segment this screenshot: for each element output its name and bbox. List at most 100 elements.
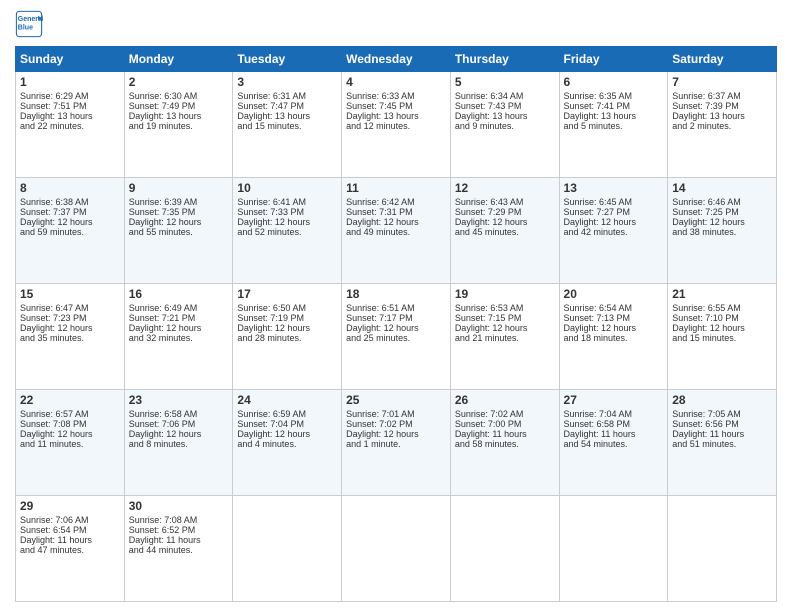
day-number: 17 [237,287,337,301]
day-info-line: Sunset: 7:25 PM [672,207,772,217]
calendar-cell: 14 Sunrise: 6:46 AMSunset: 7:25 PMDayligh… [668,178,777,284]
calendar-cell: 30Sunrise: 7:08 AMSunset: 6:52 PMDayligh… [124,496,233,602]
day-info-line: Daylight: 12 hours [129,217,229,227]
day-info-line: Daylight: 12 hours [455,217,555,227]
day-info-line: and 35 minutes. [20,333,120,343]
day-number: 14 [672,181,772,195]
day-info-line: Daylight: 12 hours [672,217,772,227]
day-info-line: Sunset: 7:00 PM [455,419,555,429]
day-info-line: Sunrise: 6:33 AM [346,91,446,101]
day-info-line: and 11 minutes. [20,439,120,449]
day-number: 21 [672,287,772,301]
day-info-line: Daylight: 13 hours [672,111,772,121]
day-info-line: Sunrise: 6:58 AM [129,409,229,419]
day-info-line: Daylight: 12 hours [346,323,446,333]
day-info-line: and 51 minutes. [672,439,772,449]
day-info-line: Daylight: 13 hours [455,111,555,121]
day-info-line: Sunset: 7:41 PM [564,101,664,111]
day-info-line: and 52 minutes. [237,227,337,237]
day-info-line: Daylight: 13 hours [346,111,446,121]
day-info-line: Sunrise: 7:08 AM [129,515,229,525]
day-info-line: Sunrise: 6:47 AM [20,303,120,313]
day-number: 5 [455,75,555,89]
calendar-body: 1Sunrise: 6:29 AMSunset: 7:51 PMDaylight… [16,72,777,602]
day-info-line: Sunrise: 6:53 AM [455,303,555,313]
day-info-line: Sunset: 6:58 PM [564,419,664,429]
day-info-line: and 22 minutes. [20,121,120,131]
day-info-line: and 38 minutes. [672,227,772,237]
day-info-line: Sunrise: 6:41 AM [237,197,337,207]
calendar-cell [342,496,451,602]
day-info-line: Sunset: 7:06 PM [129,419,229,429]
calendar-week-1: 1Sunrise: 6:29 AMSunset: 7:51 PMDaylight… [16,72,777,178]
day-info-line: Sunset: 7:45 PM [346,101,446,111]
day-info-line: and 5 minutes. [564,121,664,131]
calendar-cell: 20Sunrise: 6:54 AMSunset: 7:13 PMDayligh… [559,284,668,390]
day-info-line: Sunset: 7:39 PM [672,101,772,111]
day-info-line: Sunset: 7:31 PM [346,207,446,217]
day-info-line: Daylight: 12 hours [129,429,229,439]
day-number: 27 [564,393,664,407]
calendar-cell: 15Sunrise: 6:47 AMSunset: 7:23 PMDayligh… [16,284,125,390]
day-info-line: and 2 minutes. [672,121,772,131]
calendar-cell: 22Sunrise: 6:57 AMSunset: 7:08 PMDayligh… [16,390,125,496]
day-header-monday: Monday [124,47,233,72]
day-info-line: Sunset: 7:37 PM [20,207,120,217]
day-info-line: Sunrise: 7:02 AM [455,409,555,419]
calendar-cell: 9Sunrise: 6:39 AMSunset: 7:35 PMDaylight… [124,178,233,284]
day-number: 8 [20,181,120,195]
day-header-thursday: Thursday [450,47,559,72]
calendar-cell: 21Sunrise: 6:55 AMSunset: 7:10 PMDayligh… [668,284,777,390]
day-info-line: and 32 minutes. [129,333,229,343]
day-info-line: Daylight: 11 hours [455,429,555,439]
day-info-line: Sunrise: 7:01 AM [346,409,446,419]
day-info-line: Sunrise: 6:37 AM [672,91,772,101]
day-info-line: Sunrise: 6:49 AM [129,303,229,313]
day-info-line: Sunset: 7:29 PM [455,207,555,217]
day-info-line: and 58 minutes. [455,439,555,449]
day-number: 2 [129,75,229,89]
calendar-cell: 3Sunrise: 6:31 AMSunset: 7:47 PMDaylight… [233,72,342,178]
calendar-cell: 28Sunrise: 7:05 AMSunset: 6:56 PMDayligh… [668,390,777,496]
day-info-line: Sunrise: 6:39 AM [129,197,229,207]
calendar-cell: 8Sunrise: 6:38 AMSunset: 7:37 PMDaylight… [16,178,125,284]
day-info-line: and 25 minutes. [346,333,446,343]
day-info-line: Daylight: 13 hours [564,111,664,121]
calendar-cell: 29Sunrise: 7:06 AMSunset: 6:54 PMDayligh… [16,496,125,602]
day-info-line: and 19 minutes. [129,121,229,131]
calendar-table: SundayMondayTuesdayWednesdayThursdayFrid… [15,46,777,602]
day-info-line: Daylight: 12 hours [564,217,664,227]
day-info-line: Daylight: 12 hours [564,323,664,333]
day-info-line: Sunrise: 6:46 AM [672,197,772,207]
day-number: 20 [564,287,664,301]
day-info-line: Sunrise: 6:35 AM [564,91,664,101]
day-info-line: Sunrise: 6:31 AM [237,91,337,101]
page: General Blue SundayMondayTuesdayWednesda… [0,0,792,612]
day-info-line: Daylight: 13 hours [237,111,337,121]
day-info-line: Sunset: 7:27 PM [564,207,664,217]
calendar-cell: 26Sunrise: 7:02 AMSunset: 7:00 PMDayligh… [450,390,559,496]
calendar-cell: 27Sunrise: 7:04 AMSunset: 6:58 PMDayligh… [559,390,668,496]
day-info-line: Sunset: 7:23 PM [20,313,120,323]
day-number: 16 [129,287,229,301]
day-info-line: Sunset: 7:47 PM [237,101,337,111]
calendar-cell [233,496,342,602]
calendar-week-2: 8Sunrise: 6:38 AMSunset: 7:37 PMDaylight… [16,178,777,284]
day-info-line: and 21 minutes. [455,333,555,343]
day-info-line: Daylight: 12 hours [346,217,446,227]
calendar-week-3: 15Sunrise: 6:47 AMSunset: 7:23 PMDayligh… [16,284,777,390]
calendar-week-5: 29Sunrise: 7:06 AMSunset: 6:54 PMDayligh… [16,496,777,602]
day-number: 6 [564,75,664,89]
day-header-sunday: Sunday [16,47,125,72]
day-info-line: Sunrise: 6:54 AM [564,303,664,313]
day-info-line: Sunrise: 7:06 AM [20,515,120,525]
calendar-cell: 4Sunrise: 6:33 AMSunset: 7:45 PMDaylight… [342,72,451,178]
calendar-cell: 11Sunrise: 6:42 AMSunset: 7:31 PMDayligh… [342,178,451,284]
day-info-line: and 49 minutes. [346,227,446,237]
day-number: 28 [672,393,772,407]
day-info-line: Daylight: 12 hours [346,429,446,439]
day-info-line: Sunset: 6:52 PM [129,525,229,535]
day-info-line: Sunrise: 6:59 AM [237,409,337,419]
calendar-cell: 2Sunrise: 6:30 AMSunset: 7:49 PMDaylight… [124,72,233,178]
day-number: 9 [129,181,229,195]
